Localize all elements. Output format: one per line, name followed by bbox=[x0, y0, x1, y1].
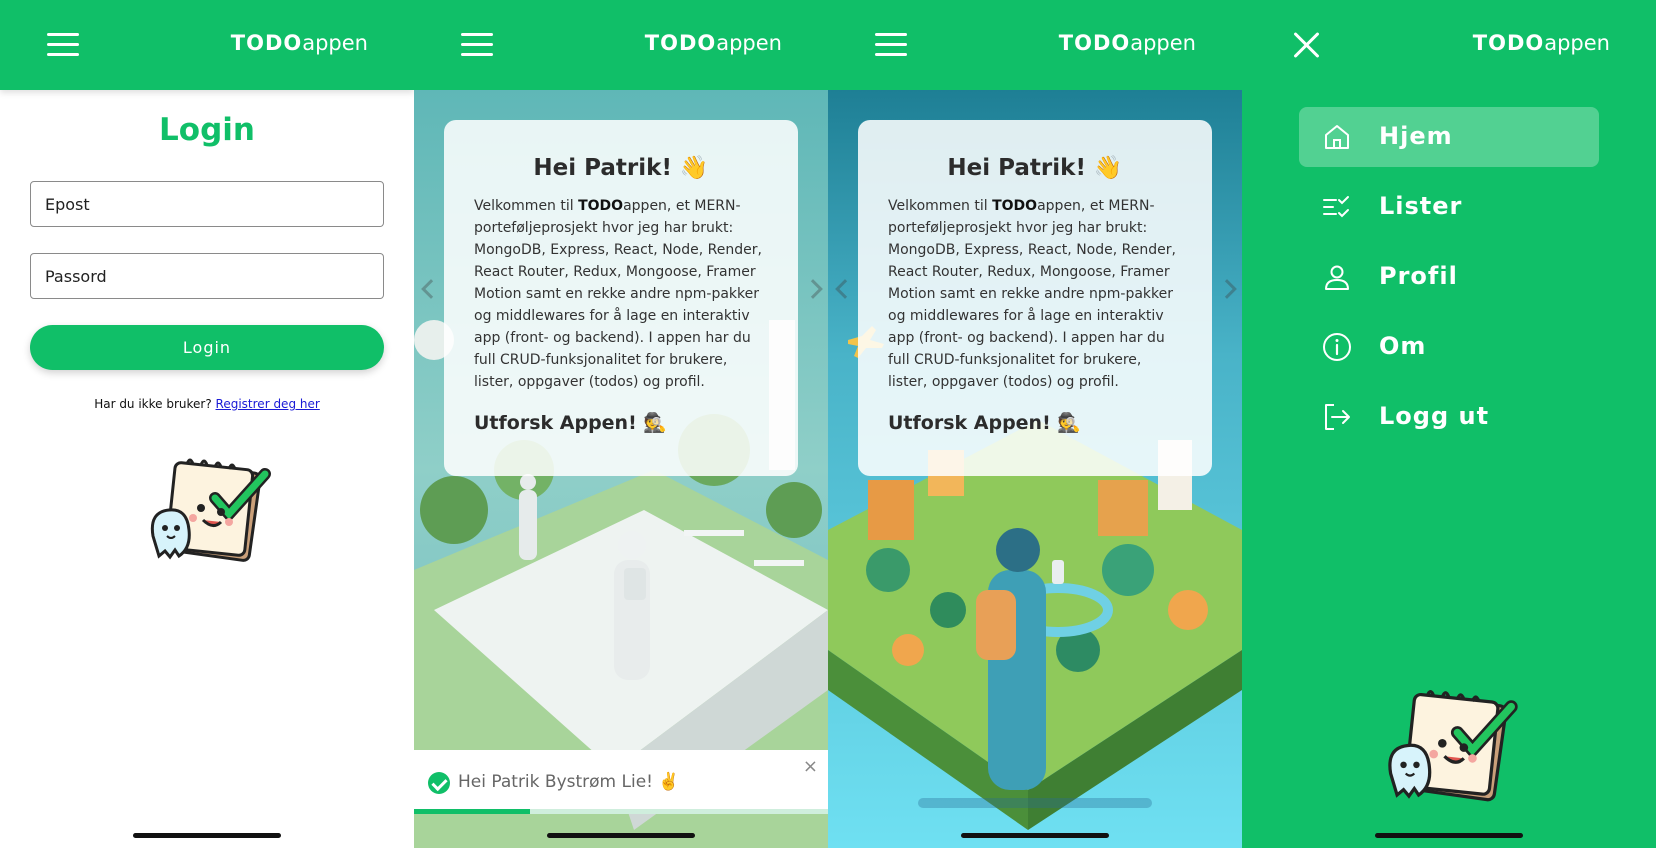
app-header: TODOappen bbox=[0, 0, 414, 90]
intro-prefix: Velkommen til bbox=[888, 198, 993, 214]
menu-label: Hjem bbox=[1379, 122, 1453, 150]
mascot-logo bbox=[145, 458, 275, 563]
menu-label: Om bbox=[1379, 332, 1427, 360]
menu-item-logg-ut[interactable]: Logg ut bbox=[1299, 387, 1599, 447]
login-button[interactable]: Login bbox=[30, 325, 384, 370]
menu-screen: TODOappen Hjem Lister Profil Om Logg ut bbox=[1242, 0, 1656, 848]
app-header: TODOappen bbox=[414, 0, 828, 90]
hamburger-icon[interactable] bbox=[875, 33, 907, 57]
main-menu: Hjem Lister Profil Om Logg ut bbox=[1299, 107, 1599, 457]
welcome-title: Hei Patrik! 👋 bbox=[533, 155, 709, 181]
app-header: TODOappen bbox=[1242, 0, 1656, 90]
carousel-prev-icon[interactable] bbox=[834, 278, 850, 300]
intro-prefix: Velkommen til bbox=[474, 198, 579, 214]
register-link[interactable]: Registrer deg her bbox=[216, 397, 320, 411]
welcome-card: Hei Patrik! 👋 Velkommen til TODOappen, e… bbox=[858, 120, 1212, 476]
logo-light: appen bbox=[1544, 31, 1610, 55]
register-prompt: Har du ikke bruker? Registrer deg her bbox=[0, 397, 414, 411]
menu-item-profil[interactable]: Profil bbox=[1299, 247, 1599, 307]
check-circle-icon bbox=[428, 772, 450, 794]
menu-label: Lister bbox=[1379, 192, 1463, 220]
password-field[interactable] bbox=[30, 253, 384, 299]
carousel-indicator[interactable] bbox=[918, 798, 1152, 808]
welcome-screen: TODOappen Hei Patrik! 👋 Velkommen til TO… bbox=[828, 0, 1242, 848]
login-screen: TODOappen Login Login Har du ikke bruker… bbox=[0, 0, 414, 848]
home-icon bbox=[1325, 125, 1349, 149]
welcome-title: Hei Patrik! 👋 bbox=[947, 155, 1123, 181]
intro-brand: TODO bbox=[578, 198, 624, 214]
logo-bold: TODO bbox=[1058, 31, 1131, 55]
intro-text: appen, et MERN-porteføljeprosjekt hvor j… bbox=[474, 198, 762, 390]
explore-cta[interactable]: Utforsk Appen! 🕵️ bbox=[474, 411, 768, 434]
menu-item-om[interactable]: Om bbox=[1299, 317, 1599, 377]
logo-bold: TODO bbox=[230, 31, 303, 55]
email-field[interactable] bbox=[30, 181, 384, 227]
app-logo[interactable]: TODOappen bbox=[1473, 31, 1610, 55]
app-header: TODOappen bbox=[828, 0, 1242, 90]
welcome-screen-toast: TODOappen Hei Patrik! 👋 Velkommen til TO… bbox=[414, 0, 828, 848]
menu-item-lister[interactable]: Lister bbox=[1299, 177, 1599, 237]
carousel-prev-icon[interactable] bbox=[420, 278, 436, 300]
hamburger-icon[interactable] bbox=[47, 33, 79, 57]
logo-light: appen bbox=[716, 31, 782, 55]
carousel-next-icon[interactable] bbox=[806, 278, 822, 300]
hamburger-icon[interactable] bbox=[461, 33, 493, 57]
home-indicator bbox=[133, 833, 281, 838]
intro-brand: TODO bbox=[992, 198, 1038, 214]
app-logo[interactable]: TODOappen bbox=[1059, 31, 1196, 55]
logo-light: appen bbox=[302, 31, 368, 55]
home-indicator bbox=[547, 833, 695, 838]
app-logo[interactable]: TODOappen bbox=[645, 31, 782, 55]
logout-icon bbox=[1325, 404, 1350, 430]
menu-item-hjem[interactable]: Hjem bbox=[1299, 107, 1599, 167]
user-icon bbox=[1325, 265, 1349, 290]
explore-cta[interactable]: Utforsk Appen! 🕵️ bbox=[888, 411, 1182, 434]
intro-text: appen, et MERN-porteføljeprosjekt hvor j… bbox=[888, 198, 1176, 390]
welcome-text: Velkommen til TODOappen, et MERN-portefø… bbox=[474, 195, 768, 393]
toast-message: Hei Patrik Bystrøm Lie! ✌️ bbox=[458, 772, 680, 792]
menu-label: Profil bbox=[1379, 262, 1458, 290]
toast-progress-bar bbox=[414, 809, 530, 814]
checklist-icon bbox=[1323, 196, 1349, 218]
info-icon bbox=[1323, 333, 1351, 361]
home-indicator bbox=[961, 833, 1109, 838]
logo-bold: TODO bbox=[1472, 31, 1545, 55]
welcome-text: Velkommen til TODOappen, et MERN-portefø… bbox=[888, 195, 1182, 393]
logo-bold: TODO bbox=[644, 31, 717, 55]
register-prompt-text: Har du ikke bruker? bbox=[94, 397, 212, 411]
carousel-next-icon[interactable] bbox=[1220, 278, 1236, 300]
toast-notification: Hei Patrik Bystrøm Lie! ✌️ × bbox=[414, 750, 828, 814]
close-icon[interactable] bbox=[1292, 30, 1322, 60]
logo-light: appen bbox=[1130, 31, 1196, 55]
mascot-logo bbox=[1382, 688, 1522, 804]
menu-label: Logg ut bbox=[1379, 402, 1490, 430]
home-indicator bbox=[1375, 833, 1523, 838]
welcome-card: Hei Patrik! 👋 Velkommen til TODOappen, e… bbox=[444, 120, 798, 476]
app-logo[interactable]: TODOappen bbox=[231, 31, 368, 55]
toast-close-icon[interactable]: × bbox=[803, 756, 818, 777]
page-title: Login bbox=[159, 112, 255, 148]
